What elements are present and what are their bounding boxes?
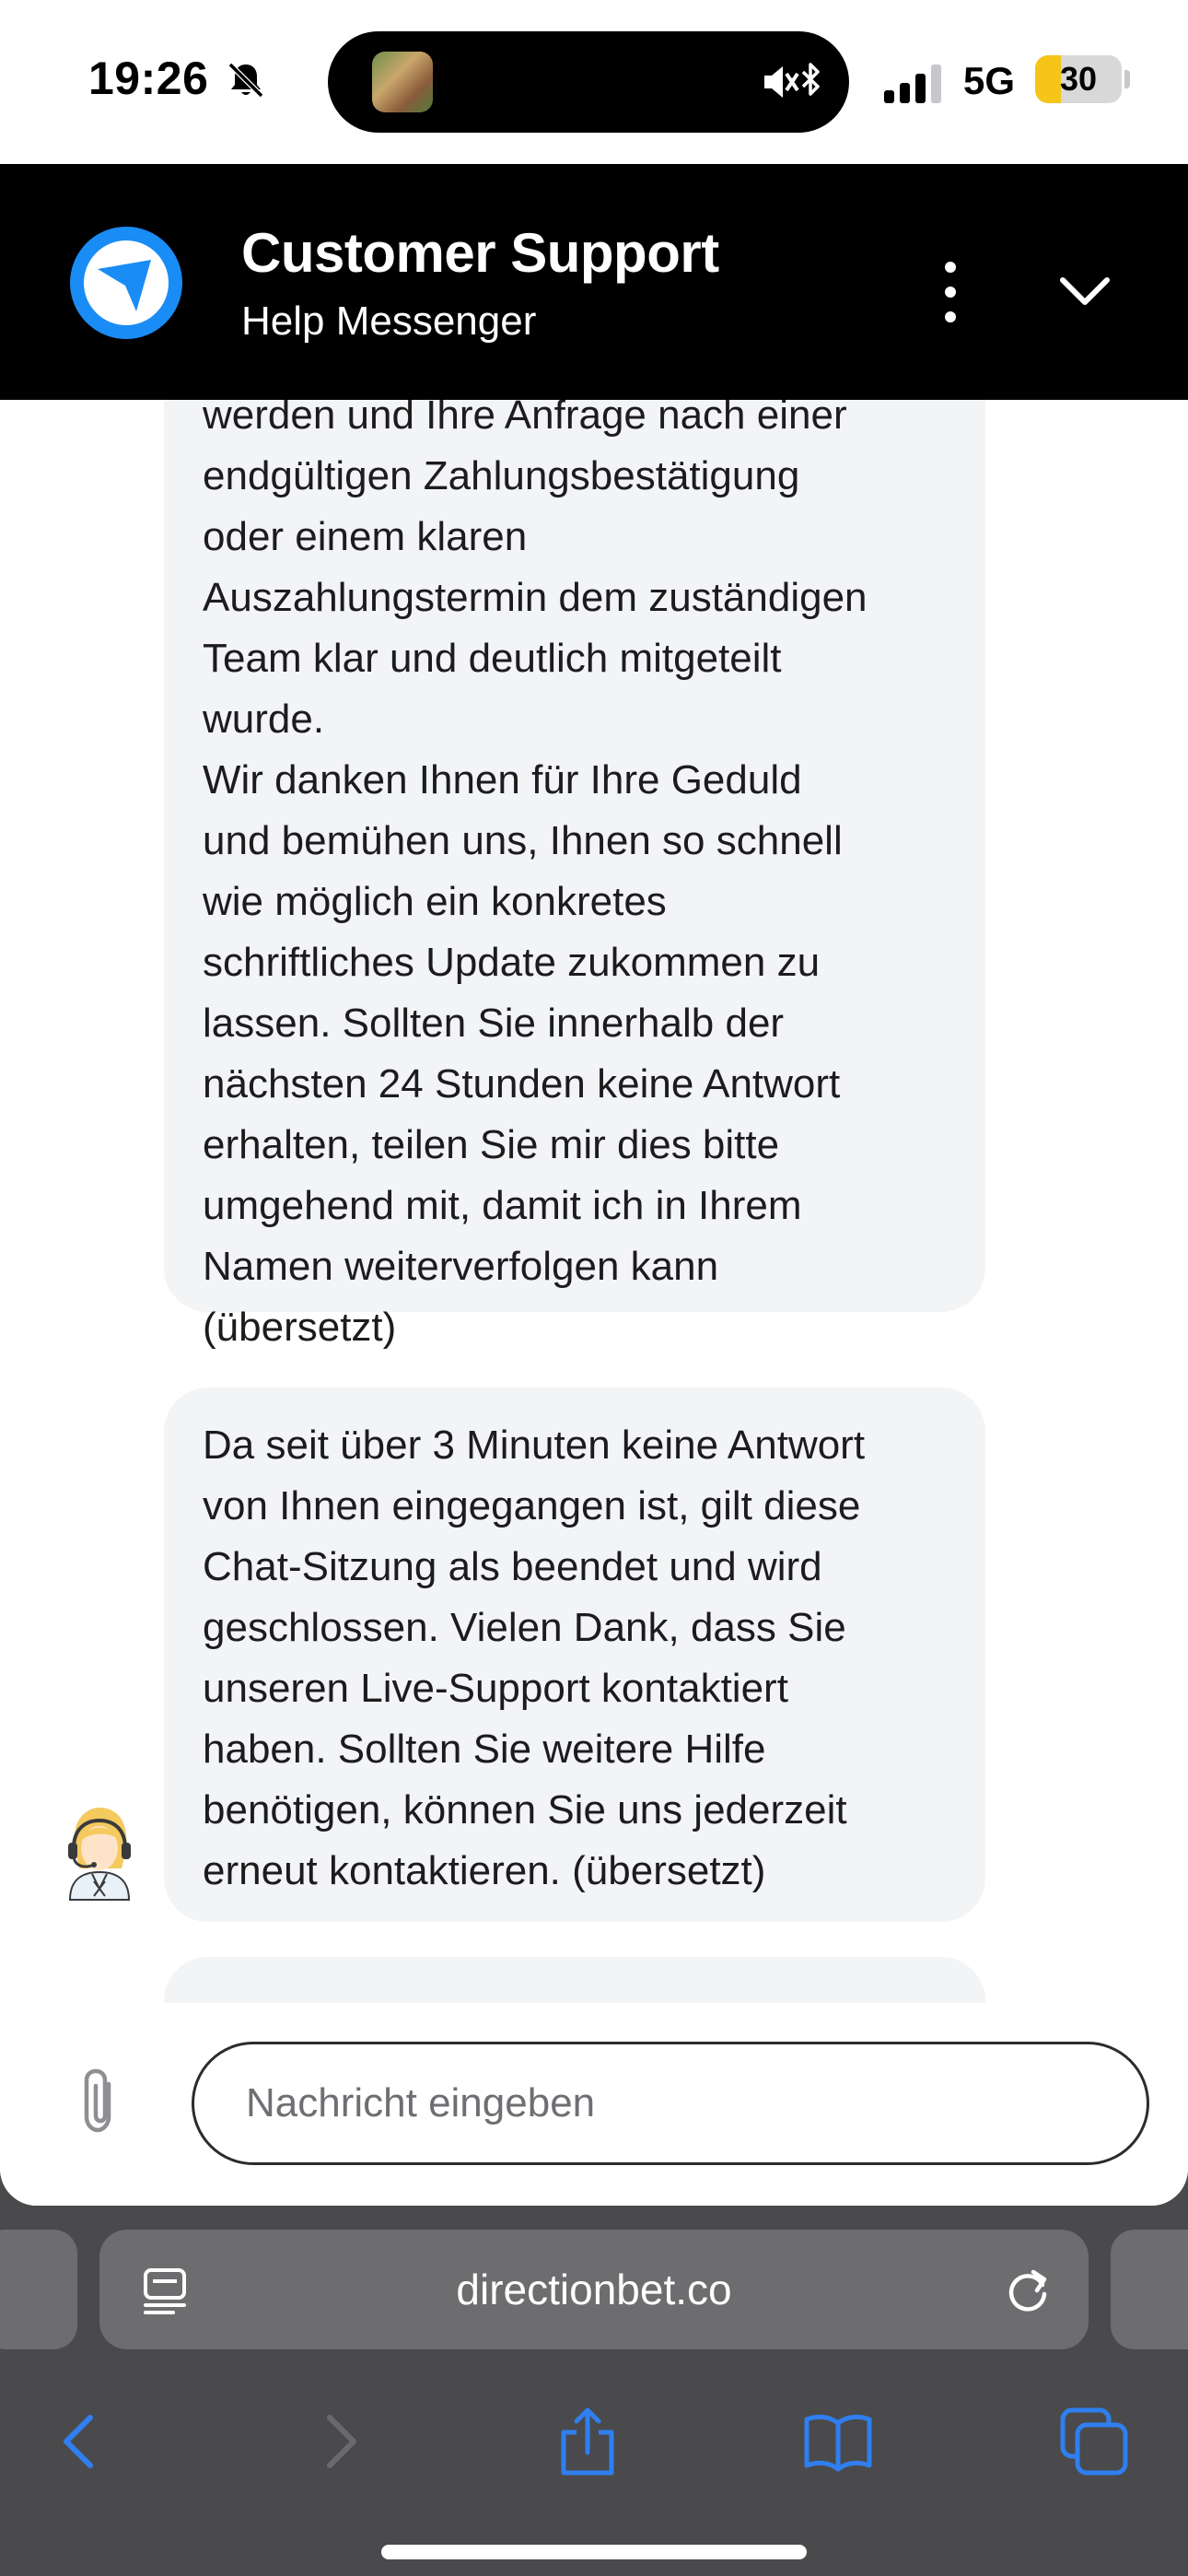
browser-toolbar <box>0 2353 1188 2576</box>
chat-subtitle: Help Messenger <box>241 299 537 344</box>
cellular-signal-icon <box>884 64 941 103</box>
support-agent-avatar-icon <box>68 1808 131 1901</box>
network-type: 5G <box>963 59 1016 102</box>
chat-header: Customer Support Help Messenger <box>0 164 1188 400</box>
agent-message: werden und Ihre Anfrage nach einer endgü… <box>164 400 985 1350</box>
message-text: werden und Ihre Anfrage nach einer endgü… <box>203 400 868 1350</box>
status-bar: 19:26 5G 30 <box>0 0 1188 164</box>
battery-percent: 30 <box>1059 60 1098 98</box>
now-playing-thumbnail <box>372 52 433 112</box>
browser-address-row: directionbet.co <box>0 2206 1188 2353</box>
chat-title: Customer Support <box>241 222 719 284</box>
tabs-icon[interactable] <box>1057 2405 1131 2478</box>
chat-widget: Customer Support Help Messenger werden u… <box>0 164 1188 2206</box>
previous-tab-preview[interactable] <box>0 2230 77 2349</box>
message-composer <box>0 2003 1188 2206</box>
message-text: Da seit über 3 Minuten keine Antwort von… <box>203 1423 866 1893</box>
more-options-icon[interactable] <box>930 252 971 332</box>
url-text[interactable]: directionbet.co <box>99 2230 1089 2349</box>
agent-message: Da seit über 3 Minuten keine Antwort von… <box>164 1388 985 1922</box>
next-tab-preview[interactable] <box>1111 2230 1188 2349</box>
book-icon[interactable] <box>801 2405 875 2478</box>
address-bar[interactable]: directionbet.co <box>99 2230 1089 2349</box>
status-time: 19:26 <box>88 53 209 104</box>
home-indicator <box>381 2545 807 2559</box>
speaker-muted-bluetooth-icon <box>764 63 820 98</box>
bell-muted-icon <box>227 62 264 99</box>
dynamic-island[interactable] <box>328 31 849 133</box>
chevron-right-icon[interactable] <box>302 2405 376 2478</box>
brand-logo <box>70 227 182 339</box>
share-icon[interactable] <box>551 2405 624 2478</box>
battery-body: 30 <box>1035 55 1122 103</box>
chevron-down-icon[interactable] <box>1050 256 1120 326</box>
chevron-left-icon[interactable] <box>44 2405 118 2478</box>
battery-indicator: 30 <box>1035 55 1130 103</box>
message-input[interactable] <box>192 2042 1149 2165</box>
message-list[interactable]: werden und Ihre Anfrage nach einer endgü… <box>0 400 1188 2167</box>
send-arrow-icon <box>84 240 169 325</box>
reload-icon[interactable] <box>1002 2265 1054 2316</box>
battery-cap <box>1124 70 1130 88</box>
paperclip-icon[interactable] <box>74 2064 129 2137</box>
